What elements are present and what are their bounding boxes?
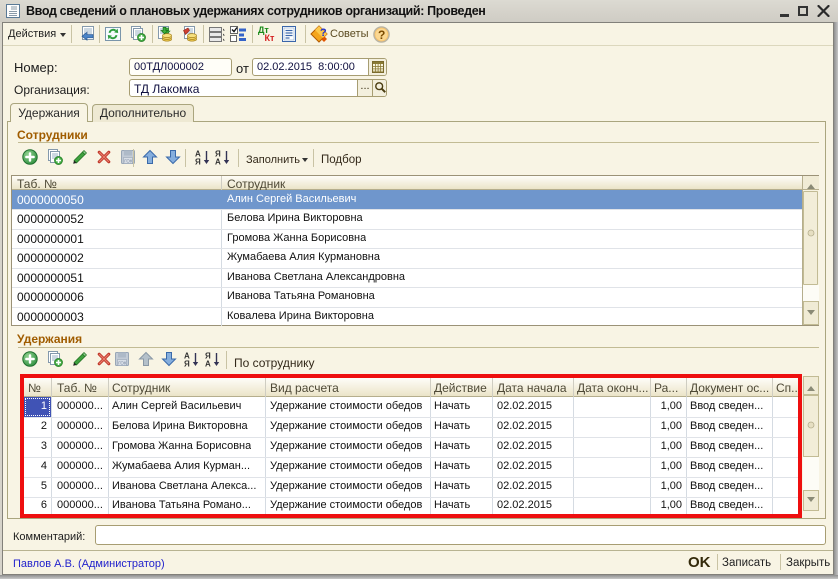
svg-text:?: ?: [320, 27, 327, 39]
svg-text:?: ?: [378, 28, 385, 42]
svg-text:Я: Я: [184, 360, 190, 368]
svg-text:ГОК: ГОК: [124, 159, 133, 164]
svg-text:ГОК: ГОК: [118, 361, 127, 366]
svg-text:А: А: [205, 360, 211, 368]
svg-text:А: А: [215, 158, 221, 166]
svg-text:Я: Я: [195, 158, 201, 166]
